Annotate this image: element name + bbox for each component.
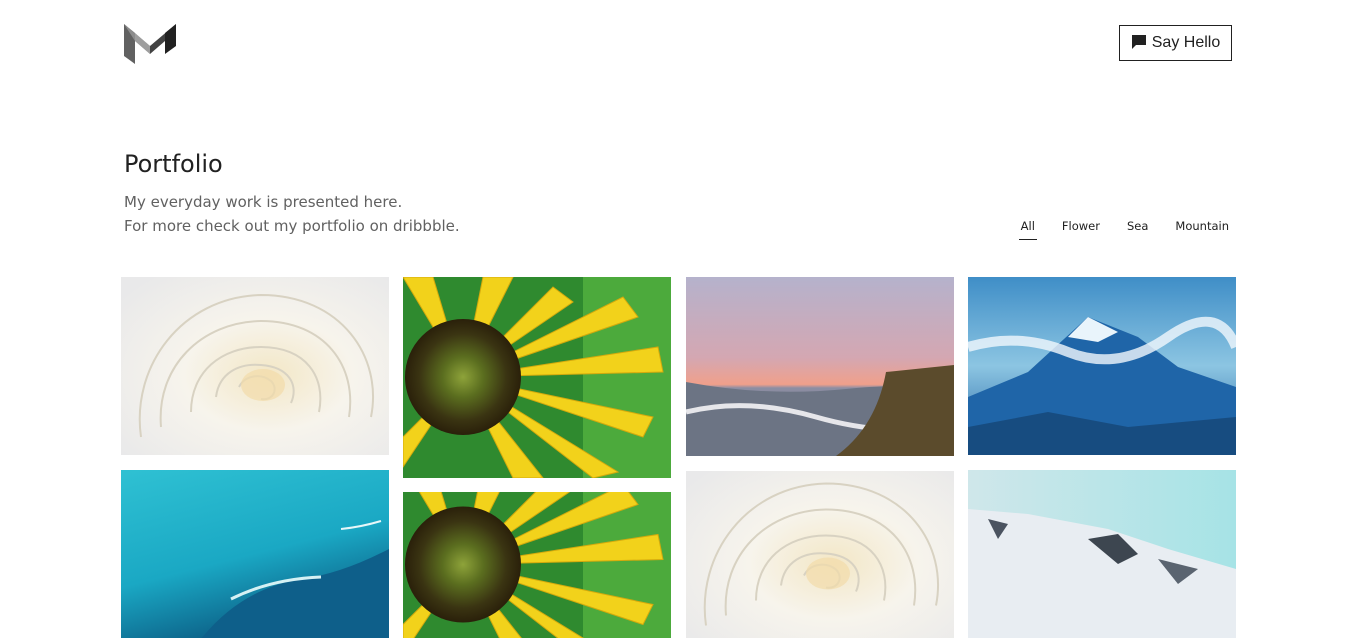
filter-tab-all[interactable]: All: [1018, 219, 1037, 240]
turquoise-sea-image: [121, 470, 389, 638]
filter-tab-flower[interactable]: Flower: [1060, 219, 1102, 240]
filter-tab-sea[interactable]: Sea: [1125, 219, 1150, 240]
white-rose-image: [686, 471, 954, 638]
gallery-item-white-rose[interactable]: [121, 277, 389, 455]
gallery-item-blue-mountains[interactable]: [968, 277, 1236, 455]
say-hello-button[interactable]: Say Hello: [1119, 25, 1232, 61]
filter-tabs: All Flower Sea Mountain: [1018, 219, 1231, 240]
page-title: Portfolio: [124, 150, 223, 178]
material-m-logo-icon: [124, 24, 176, 64]
sunflower-image: [403, 492, 671, 638]
gallery-item-turquoise-sea[interactable]: [121, 470, 389, 638]
logo[interactable]: [124, 24, 176, 64]
sunflower-image: [403, 277, 671, 478]
say-hello-label: Say Hello: [1151, 34, 1221, 51]
gallery-item-white-rose-2[interactable]: [686, 471, 954, 638]
blue-mountains-image: [968, 277, 1236, 455]
page-subtitle: My everyday work is presented here. For …: [124, 190, 460, 238]
filter-tab-mountain[interactable]: Mountain: [1173, 219, 1231, 240]
subtitle-line-1: My everyday work is presented here.: [124, 193, 403, 211]
gallery-item-sunflower[interactable]: [403, 277, 671, 478]
sea-sunset-image: [686, 277, 954, 456]
gallery-item-sunflower-2[interactable]: [403, 492, 671, 638]
white-rose-image: [121, 277, 389, 455]
snowy-mountain-image: [968, 470, 1236, 638]
subtitle-line-2: For more check out my portfolio on dribb…: [124, 217, 460, 235]
gallery-item-snowy-mountain[interactable]: [968, 470, 1236, 638]
gallery-item-sea-sunset[interactable]: [686, 277, 954, 456]
chat-bubble-icon: [1131, 35, 1146, 49]
